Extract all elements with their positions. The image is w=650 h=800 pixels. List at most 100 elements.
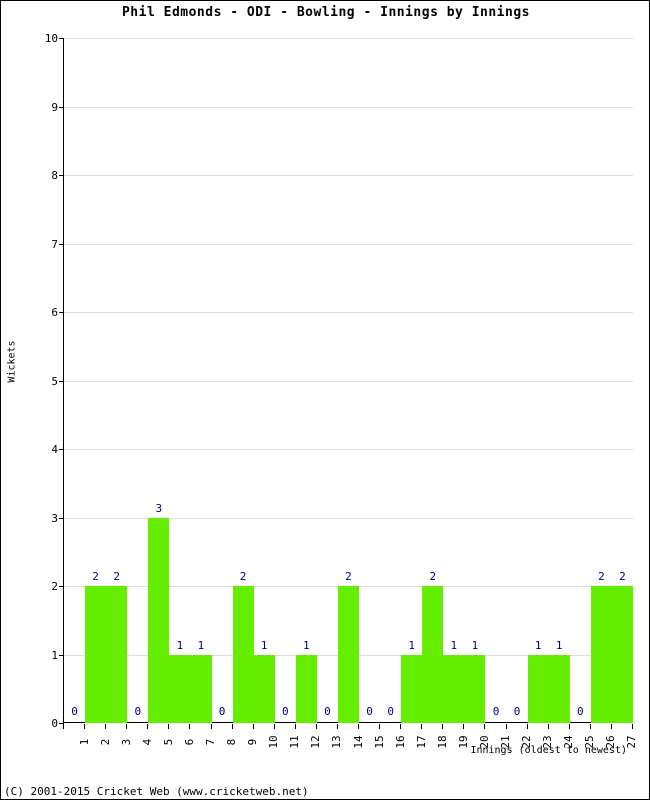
x-axis-tick-label: 11 bbox=[288, 735, 302, 749]
x-axis-title: Innings (oldest to newest) bbox=[470, 745, 627, 756]
bar[interactable] bbox=[549, 654, 570, 723]
x-axis-tick bbox=[168, 724, 169, 729]
x-axis-tick bbox=[274, 724, 275, 729]
bar[interactable] bbox=[528, 654, 549, 723]
bar[interactable] bbox=[190, 654, 212, 723]
bar-value-label: 0 bbox=[366, 705, 373, 718]
bar[interactable] bbox=[401, 654, 422, 723]
bar-value-label: 0 bbox=[576, 705, 584, 718]
x-axis-tick-label: 8 bbox=[225, 738, 239, 746]
y-axis-tick-label: 8 bbox=[51, 169, 58, 182]
bar-value-label: 0 bbox=[218, 705, 226, 718]
bar-series: 022031102101020012110011022 bbox=[64, 38, 633, 723]
bar-value-label: 3 bbox=[155, 501, 163, 515]
bar[interactable] bbox=[233, 586, 254, 723]
x-axis-tick bbox=[506, 724, 507, 729]
x-axis-tick bbox=[189, 724, 190, 729]
x-axis-tick bbox=[442, 724, 443, 729]
bar[interactable] bbox=[338, 586, 359, 723]
bar-value-label: 0 bbox=[71, 705, 78, 718]
x-axis-tick-label: 13 bbox=[330, 735, 344, 749]
bar-value-label: 0 bbox=[387, 705, 394, 718]
bar-value-label: 2 bbox=[345, 570, 352, 583]
y-axis-tick-label: 0 bbox=[51, 717, 58, 730]
bar[interactable] bbox=[106, 586, 127, 723]
x-axis-tick-label: 3 bbox=[119, 738, 133, 746]
bar[interactable] bbox=[443, 654, 464, 723]
x-axis-tick bbox=[569, 724, 570, 729]
bar-value-label: 2 bbox=[598, 570, 605, 583]
bar-value-label: 2 bbox=[92, 570, 99, 583]
x-axis-tick-label: 1 bbox=[77, 738, 91, 746]
y-axis-tick-label: 4 bbox=[51, 443, 58, 456]
bar-value-label: 1 bbox=[303, 638, 310, 652]
y-axis-title: Wickets bbox=[6, 340, 18, 383]
x-axis-tick bbox=[358, 724, 359, 729]
bar-value-label: 1 bbox=[197, 638, 205, 652]
x-axis-tick-label: 19 bbox=[456, 735, 470, 749]
bar[interactable] bbox=[464, 654, 485, 723]
bar-value-label: 1 bbox=[176, 638, 184, 652]
bar-value-label: 2 bbox=[239, 570, 247, 583]
bar[interactable] bbox=[591, 586, 612, 723]
bar-value-label: 0 bbox=[513, 705, 521, 718]
x-axis-tick-label: 9 bbox=[246, 738, 260, 746]
x-axis-tick-label: 7 bbox=[203, 738, 217, 746]
x-axis-tick-label: 27 bbox=[625, 735, 639, 749]
x-axis-tick-label: 10 bbox=[267, 735, 281, 749]
bar[interactable] bbox=[254, 654, 275, 723]
plot-area: 022031102101020012110011022 bbox=[59, 38, 633, 724]
x-axis-tick bbox=[548, 724, 549, 729]
bar[interactable] bbox=[612, 586, 633, 723]
x-axis-tick bbox=[232, 724, 233, 729]
bar-value-label: 1 bbox=[408, 638, 416, 652]
x-axis-tick bbox=[379, 724, 380, 729]
x-axis-tick bbox=[484, 724, 485, 729]
y-axis-tick-label: 10 bbox=[44, 32, 58, 45]
bar[interactable] bbox=[296, 654, 317, 723]
chart-container: Phil Edmonds - ODI - Bowling - Innings b… bbox=[0, 0, 650, 800]
x-axis-tick bbox=[463, 724, 464, 729]
x-axis-tick bbox=[253, 724, 254, 729]
x-axis-tick-label: 14 bbox=[351, 735, 365, 749]
bar-value-label: 0 bbox=[281, 705, 289, 718]
x-axis-tick bbox=[147, 724, 148, 729]
y-axis-tick-label: 1 bbox=[51, 648, 58, 662]
bar-value-label: 0 bbox=[324, 705, 331, 718]
x-axis-tick bbox=[316, 724, 317, 729]
bar-value-label: 1 bbox=[555, 638, 563, 652]
bar[interactable] bbox=[85, 586, 106, 723]
x-axis-tick bbox=[126, 724, 127, 729]
x-axis-tick-label: 6 bbox=[182, 738, 196, 746]
bar[interactable] bbox=[148, 517, 169, 723]
bar-value-label: 1 bbox=[471, 638, 479, 652]
x-axis-tick-label: 16 bbox=[393, 735, 407, 749]
x-axis-tick bbox=[84, 724, 85, 729]
bar-value-label: 2 bbox=[619, 570, 626, 583]
bar-value-label: 2 bbox=[429, 570, 437, 583]
x-axis-tick-label: 12 bbox=[309, 735, 323, 749]
y-axis-tick-label: 3 bbox=[51, 511, 58, 525]
bar-value-label: 1 bbox=[260, 638, 268, 652]
bar[interactable] bbox=[422, 586, 443, 723]
bar-value-label: 0 bbox=[492, 705, 500, 718]
x-axis-tick-label: 18 bbox=[435, 735, 449, 749]
bar-value-label: 1 bbox=[450, 638, 458, 652]
x-axis-tick bbox=[63, 724, 64, 729]
x-axis-tick-label: 5 bbox=[161, 738, 175, 746]
x-axis-tick-label: 15 bbox=[372, 735, 386, 749]
x-axis-tick bbox=[527, 724, 528, 729]
y-axis-tick-label: 7 bbox=[51, 237, 58, 251]
y-axis-tick-label: 2 bbox=[51, 580, 58, 593]
x-axis-tick bbox=[632, 724, 633, 729]
bar-value-label: 2 bbox=[113, 570, 120, 583]
x-axis-tick bbox=[590, 724, 591, 729]
x-axis-tick bbox=[421, 724, 422, 729]
bar[interactable] bbox=[169, 654, 190, 723]
x-axis-tick bbox=[105, 724, 106, 729]
x-axis-tick bbox=[611, 724, 612, 729]
x-axis-tick-label: 2 bbox=[98, 738, 112, 746]
x-axis-tick bbox=[211, 724, 212, 729]
y-axis-tick-label: 9 bbox=[51, 100, 58, 114]
x-axis-tick-label: 17 bbox=[414, 735, 428, 749]
